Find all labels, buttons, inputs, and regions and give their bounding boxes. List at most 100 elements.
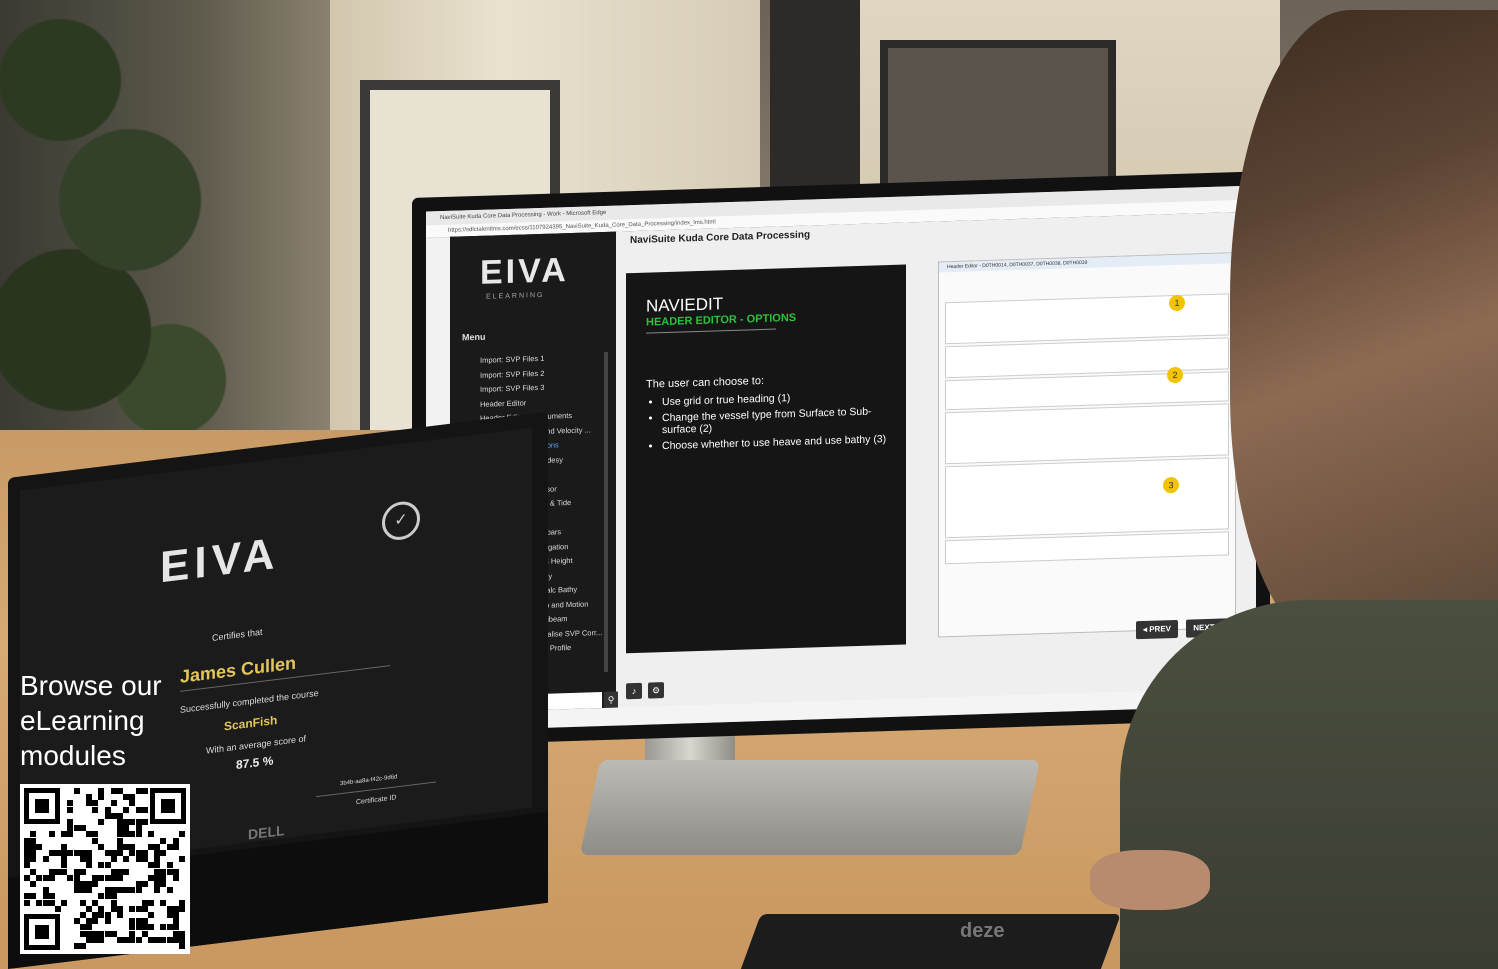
qr-module (129, 918, 136, 925)
qr-module (86, 881, 92, 887)
qr-module (154, 887, 161, 894)
qr-module (61, 850, 68, 856)
qr-module (141, 788, 148, 794)
screenshot-group-sound-velocity (945, 403, 1229, 465)
certificate-logo: EIVA (160, 528, 280, 593)
qr-finder (24, 914, 60, 950)
qr-module (160, 924, 167, 931)
qr-module (179, 943, 185, 949)
qr-module (24, 893, 30, 900)
qr-module (117, 788, 123, 794)
qr-module (110, 788, 117, 794)
qr-module (73, 874, 80, 881)
qr-module (154, 936, 161, 943)
qr-module (86, 887, 92, 894)
dell-logo: DELL (248, 822, 285, 843)
qr-module (92, 918, 99, 925)
qr-module (79, 912, 86, 918)
qr-module (179, 905, 185, 912)
qr-module (160, 874, 167, 881)
qr-module (24, 837, 30, 844)
qr-module (148, 843, 154, 850)
qr-module (135, 887, 142, 894)
slide-intro: The user can choose to: (646, 374, 765, 391)
qr-module (48, 850, 55, 856)
qr-module (104, 912, 111, 918)
qr-module (141, 918, 148, 925)
qr-module (30, 881, 37, 887)
qr-module (172, 905, 179, 912)
qr-module (92, 899, 99, 906)
plant (0, 0, 230, 470)
qr-module (61, 862, 68, 869)
qr-module (172, 918, 179, 925)
mousepad (739, 914, 1121, 969)
qr-module (141, 881, 148, 887)
photo-scene: NaviSuite Kuda Core Data Processing - Wo… (0, 0, 1498, 969)
gear-icon[interactable]: ⚙ (648, 682, 664, 699)
qr-module (141, 819, 148, 825)
qr-module (110, 893, 117, 900)
promo-line-1: Browse our (20, 670, 162, 701)
qr-module (36, 899, 43, 906)
qr-module (123, 794, 130, 801)
slide-bullets: Use grid or true heading (1) Change the … (646, 389, 902, 457)
slide-bullet: Choose whether to use heave and use bath… (662, 433, 902, 452)
qr-module (98, 862, 105, 869)
qr-module (36, 874, 43, 881)
qr-module (61, 831, 68, 838)
qr-module (79, 943, 86, 949)
prev-button[interactable]: ◂ PREV (1136, 619, 1178, 640)
qr-module (42, 893, 49, 900)
qr-module (67, 825, 74, 832)
elearning-logo-sub: ELEARNING (486, 291, 545, 301)
qr-module (154, 868, 161, 875)
qr-module (30, 856, 37, 863)
menu-scrollbar[interactable] (604, 351, 608, 672)
qr-module (92, 881, 99, 887)
qr-module (24, 899, 30, 906)
qr-code[interactable] (20, 784, 190, 954)
qr-module (67, 850, 74, 856)
qr-module (179, 930, 185, 937)
qr-module (110, 874, 117, 881)
qr-module (123, 868, 130, 875)
qr-module (98, 930, 105, 937)
qr-module (179, 831, 185, 838)
qr-module (67, 800, 74, 807)
qr-module (154, 843, 161, 850)
qr-module (73, 881, 80, 887)
qr-module (86, 850, 92, 856)
certifies-text: Certifies that (212, 626, 263, 643)
qr-module (172, 868, 179, 875)
qr-module (110, 905, 117, 912)
qr-module (110, 930, 117, 937)
qr-module (148, 874, 154, 881)
qr-module (172, 912, 179, 918)
qr-module (79, 850, 86, 856)
qr-module (141, 899, 148, 906)
qr-module (123, 819, 130, 825)
qr-module (98, 893, 105, 900)
qr-module (179, 936, 185, 943)
qr-module (104, 887, 111, 894)
qr-module (129, 819, 136, 825)
qr-module (110, 887, 117, 894)
qr-module (129, 850, 136, 856)
qr-module (30, 831, 37, 838)
qr-module (135, 819, 142, 825)
qr-module (141, 856, 148, 863)
qr-module (117, 850, 123, 856)
speaker-icon[interactable]: ♪ (626, 682, 642, 700)
qr-module (154, 850, 161, 856)
score-value: 87.5 % (236, 753, 274, 773)
search-icon[interactable]: ⚲ (604, 691, 618, 708)
qr-module (154, 862, 161, 869)
qr-module (86, 800, 92, 807)
qr-module (135, 850, 142, 856)
qr-module (48, 899, 55, 906)
qr-module (117, 825, 123, 832)
qr-module (160, 899, 167, 906)
qr-module (42, 856, 49, 863)
qr-module (67, 819, 74, 825)
